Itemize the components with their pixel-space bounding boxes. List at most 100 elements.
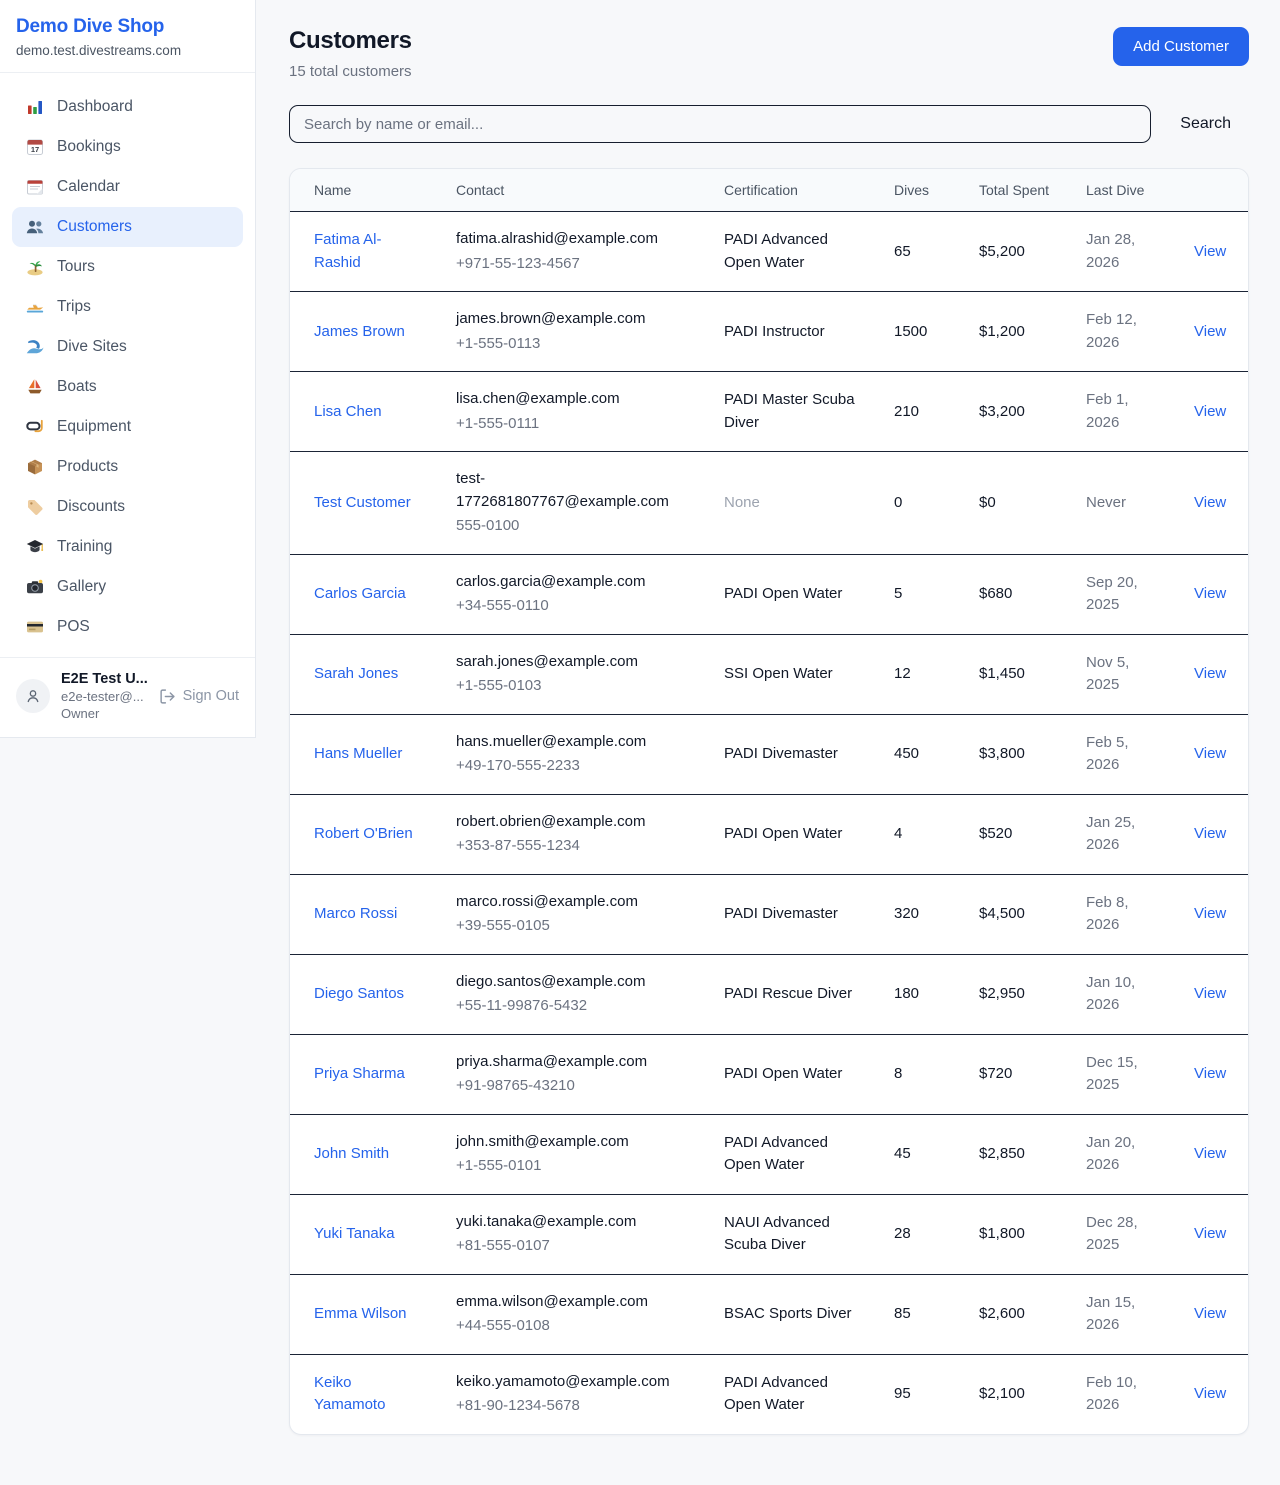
view-customer-link[interactable]: View [1194,585,1226,602]
sidebar-item-gallery[interactable]: Gallery [12,567,243,607]
customer-name-link[interactable]: Priya Sharma [314,1063,405,1086]
view-customer-link[interactable]: View [1194,825,1226,842]
sidebar-item-calendar[interactable]: Calendar [12,167,243,207]
sidebar-item-trips[interactable]: Trips [12,287,243,327]
customer-name-link[interactable]: Sarah Jones [314,663,398,686]
customer-phone: +81-90-1234-5678 [456,1395,688,1418]
view-customer-link[interactable]: View [1194,243,1226,260]
table-row: Robert O'Brien robert.obrien@example.com… [290,794,1249,874]
customer-email: james.brown@example.com [456,308,688,331]
customer-last-dive: Jan 25, 2026 [1086,814,1135,854]
main-content: Customers 15 total customers Add Custome… [257,0,1280,1435]
view-customer-link[interactable]: View [1194,665,1226,682]
discounts-icon [25,497,45,517]
sidebar-item-label: Dashboard [57,98,133,116]
sidebar-item-label: Dive Sites [57,338,127,356]
customer-certification: NAUI Advanced Scuba Diver [724,1214,830,1254]
table-row: John Smith john.smith@example.com +1-555… [290,1114,1249,1194]
customer-phone: +49-170-555-2233 [456,755,688,778]
customer-name-link[interactable]: Robert O'Brien [314,823,413,846]
view-customer-link[interactable]: View [1194,323,1226,340]
customer-name-link[interactable]: Carlos Garcia [314,583,406,606]
sidebar-item-label: Boats [57,378,97,396]
view-customer-link[interactable]: View [1194,745,1226,762]
customer-total-spent: $2,850 [979,1145,1025,1162]
sidebar-item-products[interactable]: Products [12,447,243,487]
customer-phone: 555-0100 [456,515,688,538]
add-customer-button[interactable]: Add Customer [1113,27,1249,66]
sidebar-item-training[interactable]: Training [12,527,243,567]
view-customer-link[interactable]: View [1194,403,1226,420]
customer-name-link[interactable]: John Smith [314,1143,389,1166]
customer-name-link[interactable]: Marco Rossi [314,903,397,926]
customer-last-dive: Jan 20, 2026 [1086,1134,1135,1174]
sidebar-item-bookings[interactable]: 17 Bookings [12,127,243,167]
customer-name-link[interactable]: Emma Wilson [314,1303,407,1326]
customer-phone: +34-555-0110 [456,595,688,618]
customer-certification: PADI Advanced Open Water [724,1374,828,1414]
customer-name-link[interactable]: Hans Mueller [314,743,402,766]
equipment-icon [25,417,45,437]
products-icon [25,457,45,477]
table-row: Hans Mueller hans.mueller@example.com +4… [290,714,1249,794]
customer-certification: SSI Open Water [724,665,833,682]
search-row: Search [289,105,1249,143]
view-customer-link[interactable]: View [1194,1305,1226,1322]
view-customer-link[interactable]: View [1194,905,1226,922]
sign-out-button[interactable]: Sign Out [159,688,239,705]
table-row: Test Customer test-1772681807767@example… [290,452,1249,555]
view-customer-link[interactable]: View [1194,1145,1226,1162]
view-customer-link[interactable]: View [1194,985,1226,1002]
customer-email: emma.wilson@example.com [456,1291,688,1314]
user-box: E2E Test U... e2e-tester@... Owner Sign … [0,657,255,737]
customer-email: fatima.alrashid@example.com [456,228,688,251]
user-name: E2E Test U... [61,671,148,687]
sidebar-item-tours[interactable]: Tours [12,247,243,287]
training-icon [25,537,45,557]
customer-name-link[interactable]: Yuki Tanaka [314,1223,395,1246]
customer-last-dive: Dec 28, 2025 [1086,1214,1138,1254]
sidebar-item-label: Equipment [57,418,131,436]
customer-last-dive: Dec 15, 2025 [1086,1054,1138,1094]
customer-phone: +1-555-0103 [456,675,688,698]
customer-certification: PADI Advanced Open Water [724,231,828,271]
customer-certification: PADI Master Scuba Diver [724,391,855,431]
sidebar-item-pos[interactable]: POS [12,607,243,647]
customer-last-dive: Jan 28, 2026 [1086,231,1135,271]
customer-name-link[interactable]: Fatima Al-Rashid [314,229,420,274]
customer-dives: 210 [894,403,919,420]
customer-name-link[interactable]: Keiko Yamamoto [314,1372,420,1417]
customer-dives: 0 [894,494,902,511]
person-icon [23,686,43,706]
customer-name-link[interactable]: Lisa Chen [314,401,382,424]
customer-name-link[interactable]: Test Customer [314,492,411,515]
view-customer-link[interactable]: View [1194,1385,1226,1402]
customer-total-spent: $3,200 [979,403,1025,420]
customer-certification: None [724,494,760,511]
sidebar-item-dive-sites[interactable]: Dive Sites [12,327,243,367]
customers-table-card: Name Contact Certification Dives Total S… [289,168,1249,1435]
customer-certification: PADI Open Water [724,585,842,602]
view-customer-link[interactable]: View [1194,1225,1226,1242]
customer-email: priya.sharma@example.com [456,1051,688,1074]
col-header-contact: Contact [432,169,700,212]
col-header-dives: Dives [870,169,955,212]
view-customer-link[interactable]: View [1194,1065,1226,1082]
sidebar-item-dashboard[interactable]: Dashboard [12,87,243,127]
customer-total-spent: $2,100 [979,1385,1025,1402]
customer-name-link[interactable]: James Brown [314,321,405,344]
search-input[interactable] [289,105,1151,143]
sidebar-item-label: Discounts [57,498,125,516]
search-button[interactable]: Search [1178,111,1233,137]
sidebar-item-customers[interactable]: Customers [12,207,243,247]
customer-dives: 65 [894,243,911,260]
customer-name-link[interactable]: Diego Santos [314,983,404,1006]
customer-dives: 450 [894,745,919,762]
sidebar-item-boats[interactable]: Boats [12,367,243,407]
customer-certification: PADI Advanced Open Water [724,1134,828,1174]
view-customer-link[interactable]: View [1194,494,1226,511]
sidebar-item-label: Tours [57,258,95,276]
tours-icon [25,257,45,277]
sidebar-item-discounts[interactable]: Discounts [12,487,243,527]
sidebar-item-equipment[interactable]: Equipment [12,407,243,447]
